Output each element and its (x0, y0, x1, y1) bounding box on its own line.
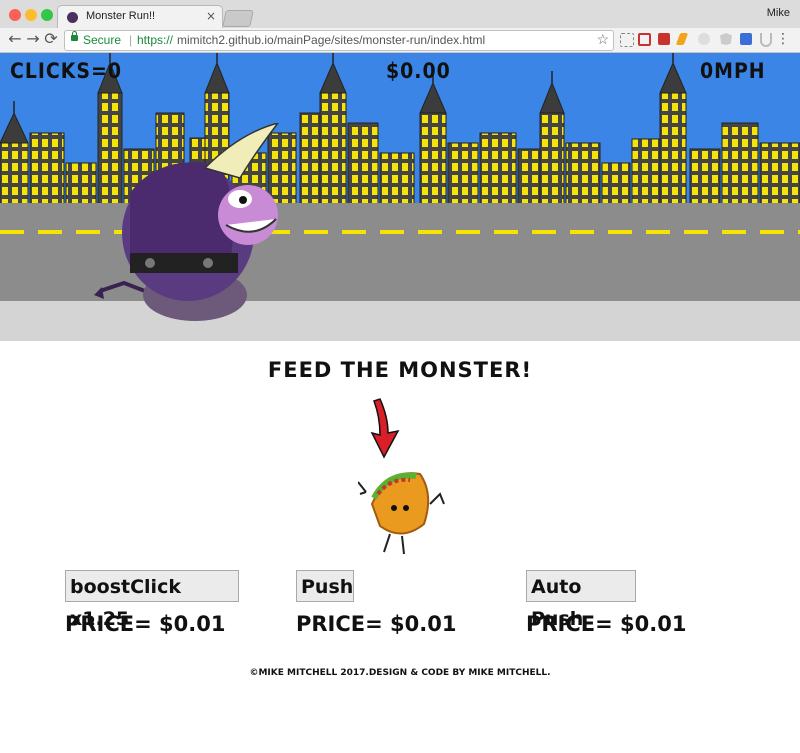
browser-toolbar: ← → ⟳ Secure | https:// mimitch2.github.… (0, 28, 800, 53)
boost-click-price: PRICE= $0.01 (65, 612, 226, 636)
building-spire (659, 61, 687, 94)
building (319, 92, 347, 213)
close-window-button[interactable] (9, 9, 21, 21)
red-arrow-down-icon (370, 398, 400, 459)
tab-title: Monster Run!! (86, 10, 156, 22)
tab-monster-run[interactable]: Monster Run!! × (57, 5, 223, 29)
url-protocol: https:// (137, 33, 174, 47)
back-arrow-icon[interactable]: ← (6, 29, 24, 48)
footer-credit: ©MIKE MITCHELL 2017.DESIGN & CODE BY MIK… (249, 668, 551, 678)
push-button[interactable]: Push (296, 570, 354, 602)
reload-icon[interactable]: ⟳ (42, 29, 60, 48)
money-counter: $0.00 (386, 59, 451, 83)
omnibox-separator: | (129, 33, 133, 47)
taco-clickable-icon[interactable] (358, 464, 448, 556)
auto-push-price: PRICE= $0.01 (526, 612, 687, 636)
monster-favicon-icon (67, 12, 78, 23)
building (721, 122, 759, 213)
building (29, 132, 65, 213)
secure-label: Secure (83, 33, 122, 47)
extension-record-icon[interactable] (658, 33, 670, 45)
monster-character (94, 123, 279, 321)
building-spire (419, 81, 447, 114)
forward-arrow-icon[interactable]: → (24, 29, 42, 48)
browser-tab-strip: Monster Run!! × Mike (0, 0, 800, 29)
building-spire (0, 111, 29, 144)
feed-heading: FEED THE MONSTER! (267, 358, 533, 382)
browser-menu-icon[interactable]: ⋮ (776, 31, 790, 47)
extension-crop-icon[interactable] (620, 33, 634, 47)
extension-circle-icon[interactable] (698, 33, 710, 45)
extension-frame-icon[interactable] (638, 33, 651, 46)
building (419, 112, 447, 213)
new-tab-button[interactable] (222, 10, 254, 27)
lock-icon (71, 31, 78, 41)
push-price: PRICE= $0.01 (296, 612, 457, 636)
address-bar[interactable]: Secure | https:// mimitch2.github.io/mai… (64, 30, 614, 51)
profile-name[interactable]: Mike (767, 7, 790, 19)
minimize-window-button[interactable] (25, 9, 37, 21)
building (479, 132, 517, 213)
extension-shield-icon[interactable] (720, 33, 732, 45)
tab-close-icon[interactable]: × (206, 9, 216, 23)
clicks-counter: CLICKS=0 (10, 59, 123, 83)
extension-u-icon[interactable] (760, 33, 772, 47)
extension-pen-icon[interactable] (675, 33, 689, 45)
extension-blue-badge-icon[interactable] (740, 33, 752, 45)
game-scene: CLICKS=0 $0.00 0MPH (0, 53, 800, 341)
building (539, 112, 565, 213)
bookmark-star-icon[interactable]: ☆ (596, 31, 609, 48)
building (347, 122, 379, 213)
speed-readout: 0MPH (700, 59, 766, 83)
auto-push-button[interactable]: Auto Push (526, 570, 636, 630)
building-spire (539, 81, 565, 114)
url-path: mimitch2.github.io/mainPage/sites/monste… (177, 33, 486, 47)
boost-click-button[interactable]: boostClick x1.25 (65, 570, 239, 630)
building-spire (204, 61, 230, 94)
building-spire (319, 61, 347, 94)
maximize-window-button[interactable] (41, 9, 53, 21)
building (659, 92, 687, 213)
building (631, 138, 663, 213)
